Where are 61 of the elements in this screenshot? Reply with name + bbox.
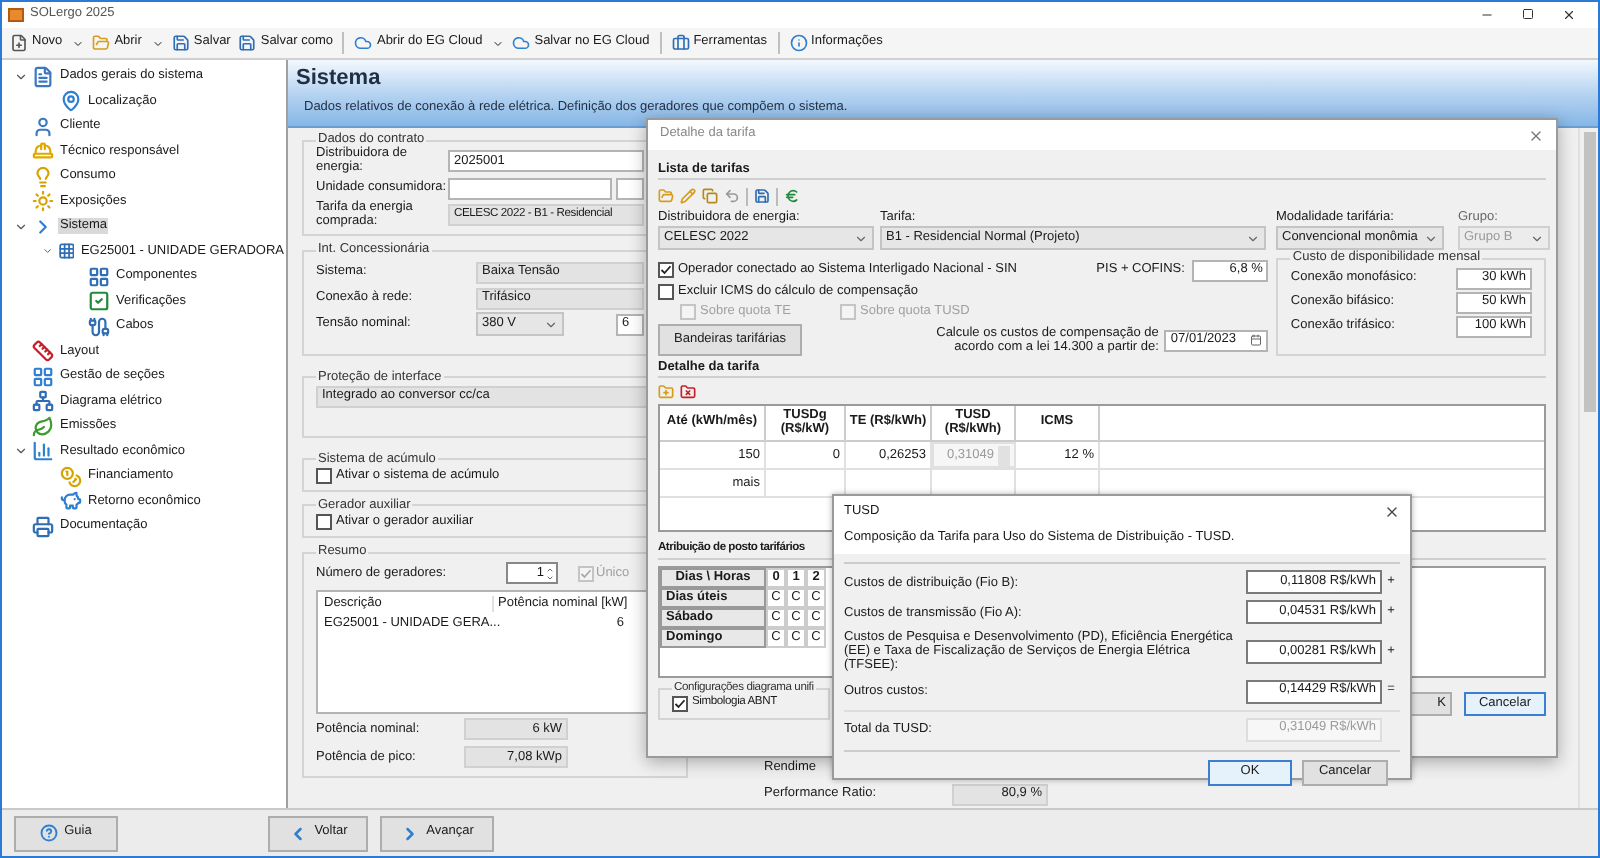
grid-icon [57, 240, 75, 263]
checkbox[interactable] [658, 262, 674, 279]
undo-icon[interactable] [724, 188, 740, 205]
save-icon [238, 34, 257, 52]
save-icon[interactable] [754, 188, 770, 205]
hard-hat-icon [32, 140, 54, 163]
checkbox[interactable] [680, 303, 696, 320]
chevron-down-icon [854, 231, 868, 246]
coins-icon [60, 465, 82, 488]
printer-icon [32, 515, 54, 538]
checkbox[interactable] [672, 695, 688, 712]
chevron-down-icon [1424, 231, 1438, 246]
close-icon[interactable] [1562, 8, 1576, 22]
chevron-down-icon[interactable] [14, 219, 28, 234]
text-field[interactable] [616, 177, 644, 200]
chevron-down-icon [544, 317, 558, 331]
leaf-icon [32, 415, 54, 438]
close-icon[interactable] [1384, 504, 1400, 520]
cable-icon [88, 315, 110, 338]
document-icon [32, 65, 54, 88]
bar-chart-icon [32, 440, 54, 463]
network-icon [32, 390, 54, 413]
minimize-icon[interactable] [1480, 8, 1494, 22]
app-logo-icon [8, 8, 24, 22]
chevron-down-icon[interactable] [42, 244, 54, 259]
map-pin-icon [60, 90, 82, 113]
euro-icon[interactable] [784, 188, 800, 205]
check-icon [580, 567, 592, 580]
copy-icon[interactable] [702, 188, 718, 205]
calendar-icon [1250, 334, 1263, 347]
piggy-bank-icon [60, 490, 82, 513]
check-icon [660, 264, 672, 277]
help-icon [40, 824, 59, 842]
cloud-icon [354, 34, 373, 52]
check-icon [674, 697, 686, 710]
grid-icon [88, 265, 110, 288]
checkbox[interactable] [840, 303, 856, 320]
chevron-down-icon [1246, 231, 1260, 246]
chevron-down-icon [1530, 231, 1544, 246]
briefcase-icon [671, 34, 690, 52]
checkbox[interactable] [658, 284, 674, 301]
checkbox[interactable] [578, 565, 594, 582]
person-icon [32, 115, 54, 138]
ruler-icon [32, 340, 54, 363]
chevron-down-icon[interactable] [14, 444, 28, 459]
checkbox[interactable] [316, 467, 332, 484]
maximize-icon[interactable] [1522, 8, 1534, 20]
sun-icon [32, 190, 54, 213]
page-title: Sistema [296, 66, 383, 94]
save-icon [171, 34, 190, 52]
check-icon [88, 290, 110, 313]
text-field[interactable] [448, 177, 612, 200]
info-icon [789, 34, 808, 52]
folder-icon [92, 34, 111, 52]
lightbulb-icon [32, 165, 54, 188]
checkbox[interactable] [316, 514, 332, 531]
chevron-down-icon[interactable] [14, 69, 28, 84]
grid-icon [32, 365, 54, 388]
folder-delete-icon[interactable] [680, 383, 696, 400]
document-icon [10, 34, 28, 52]
cloud-icon [512, 34, 531, 52]
